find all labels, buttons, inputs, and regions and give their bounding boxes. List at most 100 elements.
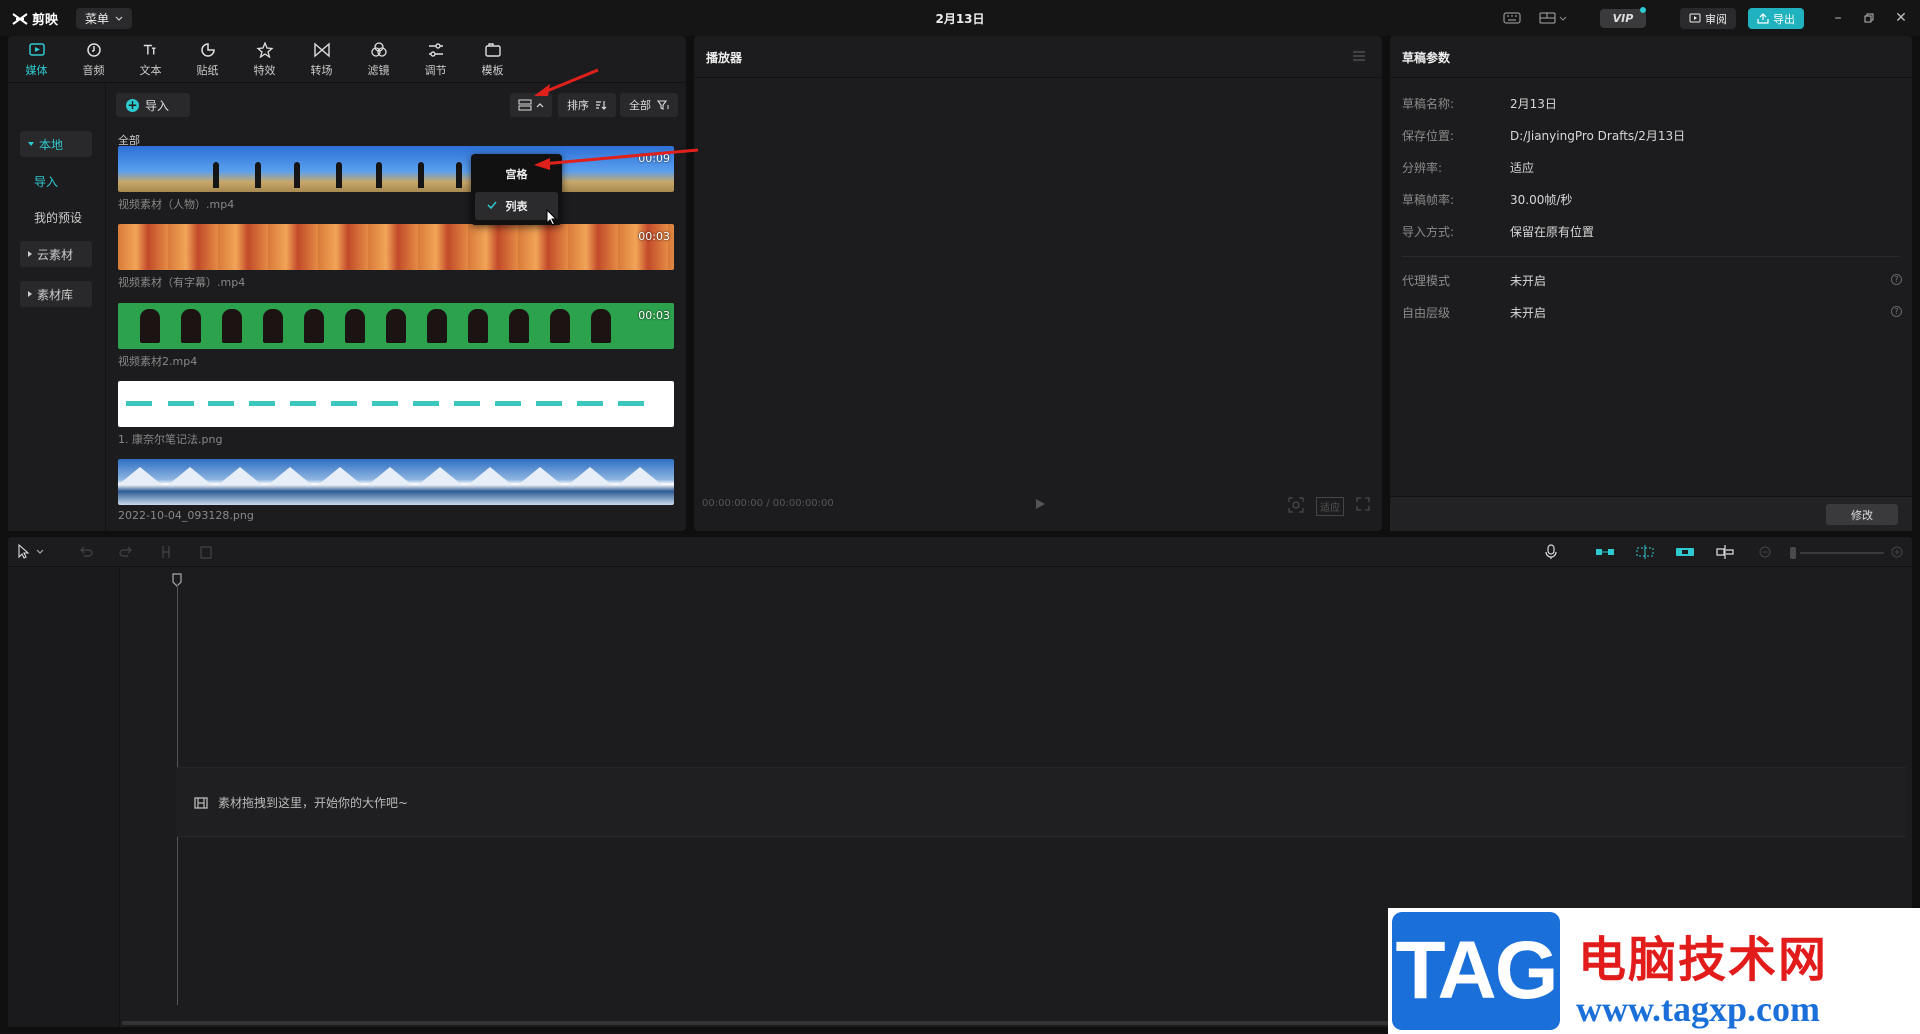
- tab-template[interactable]: 模板: [464, 36, 521, 82]
- close-icon[interactable]: ✕: [1892, 9, 1910, 27]
- layout-icon[interactable]: [1538, 9, 1568, 27]
- import-label: 导入: [145, 98, 170, 113]
- sidebar-item-import[interactable]: 导入: [20, 168, 92, 194]
- zoom-slider-track[interactable]: [1800, 552, 1884, 554]
- sidebar-item-label: 素材库: [37, 287, 74, 302]
- tab-adjust[interactable]: 调节: [407, 36, 464, 82]
- prop-label: 草稿帧率:: [1402, 193, 1455, 207]
- tab-text[interactable]: 文本: [122, 36, 179, 82]
- play-icon[interactable]: [1033, 497, 1047, 511]
- tab-label: 转场: [310, 63, 333, 77]
- ratio-button[interactable]: 适应: [1316, 497, 1344, 516]
- hamburger-menu-icon[interactable]: [1352, 50, 1366, 62]
- tab-sticker[interactable]: 贴纸: [179, 36, 236, 82]
- media-item[interactable]: 00:03 视频素材（有字幕）.mp4: [118, 224, 674, 290]
- restore-icon[interactable]: [1860, 9, 1878, 27]
- sidebar-item-local[interactable]: 本地: [20, 131, 92, 157]
- prop-value: 未开启: [1510, 306, 1547, 320]
- menu-label: 菜单: [84, 12, 109, 26]
- media-thumbnail[interactable]: [118, 459, 674, 505]
- divider: [1402, 256, 1900, 257]
- current-time: 00:00:00:00: [702, 498, 764, 509]
- film-icon: [194, 796, 208, 809]
- capcut-logo-icon: [12, 12, 28, 25]
- media-duration: 00:03: [638, 309, 670, 322]
- effects-icon: [255, 41, 274, 59]
- media-thumbnail[interactable]: 00:03: [118, 303, 674, 349]
- delete-icon[interactable]: [198, 544, 214, 560]
- undo-icon[interactable]: [78, 544, 94, 560]
- media-name: 1. 康奈尔笔记法.png: [118, 433, 223, 446]
- prop-import-mode: 导入方式: 保留在原有位置: [1402, 223, 1902, 241]
- export-button[interactable]: 导出: [1748, 8, 1804, 29]
- props-title: 草稿参数: [1402, 51, 1451, 65]
- media-name: 视频素材（人物）.mp4: [118, 198, 235, 211]
- zoom-out-icon[interactable]: [1758, 544, 1772, 560]
- split-icon[interactable]: [158, 544, 174, 560]
- media-item[interactable]: 1. 康奈尔笔记法.png: [118, 381, 674, 447]
- media-sidebar: 本地 导入 我的预设 云素材 素材库: [8, 83, 106, 531]
- sidebar-item-library[interactable]: 素材库: [20, 281, 92, 307]
- sidebar-item-cloud[interactable]: 云素材: [20, 241, 92, 267]
- track-header-column: [8, 568, 120, 1027]
- menu-button[interactable]: 菜单: [76, 8, 132, 29]
- fullscreen-icon[interactable]: [1356, 497, 1370, 511]
- preview-axis-icon[interactable]: [1674, 544, 1696, 560]
- vip-badge[interactable]: VIP: [1600, 9, 1646, 28]
- timeline-scrollbar[interactable]: [122, 1021, 1402, 1025]
- prop-label: 导入方式:: [1402, 225, 1455, 239]
- media-name: 视频素材2.mp4: [118, 355, 198, 368]
- tab-effects[interactable]: 特效: [236, 36, 293, 82]
- media-thumbnail[interactable]: [118, 381, 674, 427]
- sidebar-item-label: 本地: [39, 137, 64, 152]
- prop-label: 草稿名称:: [1402, 97, 1455, 111]
- caret-right-icon: [28, 251, 32, 257]
- keyboard-icon[interactable]: [1502, 9, 1522, 27]
- redo-icon[interactable]: [118, 544, 134, 560]
- fullscreen-crop-icon[interactable]: [1288, 497, 1304, 513]
- review-label: 审阅: [1705, 12, 1727, 26]
- chevron-down-icon[interactable]: [36, 549, 44, 555]
- adjust-icon: [427, 41, 445, 59]
- media-thumbnail[interactable]: 00:03: [118, 224, 674, 270]
- prop-value: 适应: [1510, 161, 1535, 175]
- tab-transition[interactable]: 转场: [293, 36, 350, 82]
- total-time: 00:00:00:00: [772, 498, 834, 509]
- sidebar-item-label: 云素材: [37, 247, 74, 262]
- modify-button[interactable]: 修改: [1826, 504, 1898, 525]
- transition-icon: [313, 41, 331, 59]
- media-name: 2022-10-04_093128.png: [118, 509, 254, 522]
- import-button[interactable]: + 导入: [116, 93, 190, 117]
- video-preview[interactable]: [694, 79, 1382, 479]
- align-icon[interactable]: [1714, 544, 1736, 560]
- media-duration: 00:03: [638, 230, 670, 243]
- sidebar-item-presets[interactable]: 我的预设: [20, 204, 92, 230]
- help-icon[interactable]: ?: [1891, 306, 1902, 317]
- review-button[interactable]: 审阅: [1680, 8, 1736, 29]
- zoom-in-icon[interactable]: [1890, 544, 1904, 560]
- arrow-head-icon: [534, 158, 550, 170]
- media-item[interactable]: 2022-10-04_093128.png: [118, 459, 674, 522]
- export-label: 导出: [1773, 12, 1795, 26]
- prop-label: 代理模式: [1402, 274, 1451, 288]
- annotation-arrow: [541, 68, 599, 95]
- tab-filter[interactable]: 滤镜: [350, 36, 407, 82]
- tab-audio[interactable]: 音频: [65, 36, 122, 82]
- tab-media[interactable]: 媒体: [8, 36, 65, 82]
- notification-dot: [1640, 7, 1646, 13]
- chevron-down-icon: [115, 16, 123, 21]
- microphone-icon[interactable]: [1544, 544, 1558, 560]
- select-pointer-icon[interactable]: [18, 544, 30, 560]
- watermark-site-name: 电脑技术网: [1578, 932, 1829, 988]
- zoom-slider-knob[interactable]: [1790, 547, 1796, 559]
- prop-fps: 草稿帧率: 30.00帧/秒: [1402, 191, 1902, 209]
- linkage-icon[interactable]: [1634, 544, 1656, 560]
- panel-header: [1390, 36, 1912, 78]
- drop-zone[interactable]: [176, 767, 1906, 837]
- review-icon: [1689, 13, 1701, 23]
- media-item[interactable]: 00:03 视频素材2.mp4: [118, 303, 674, 369]
- minimize-icon[interactable]: –: [1829, 9, 1847, 27]
- help-icon[interactable]: ?: [1891, 274, 1902, 285]
- watermark-tag-logo: TAG: [1392, 912, 1560, 1030]
- auto-snap-icon[interactable]: [1594, 544, 1616, 560]
